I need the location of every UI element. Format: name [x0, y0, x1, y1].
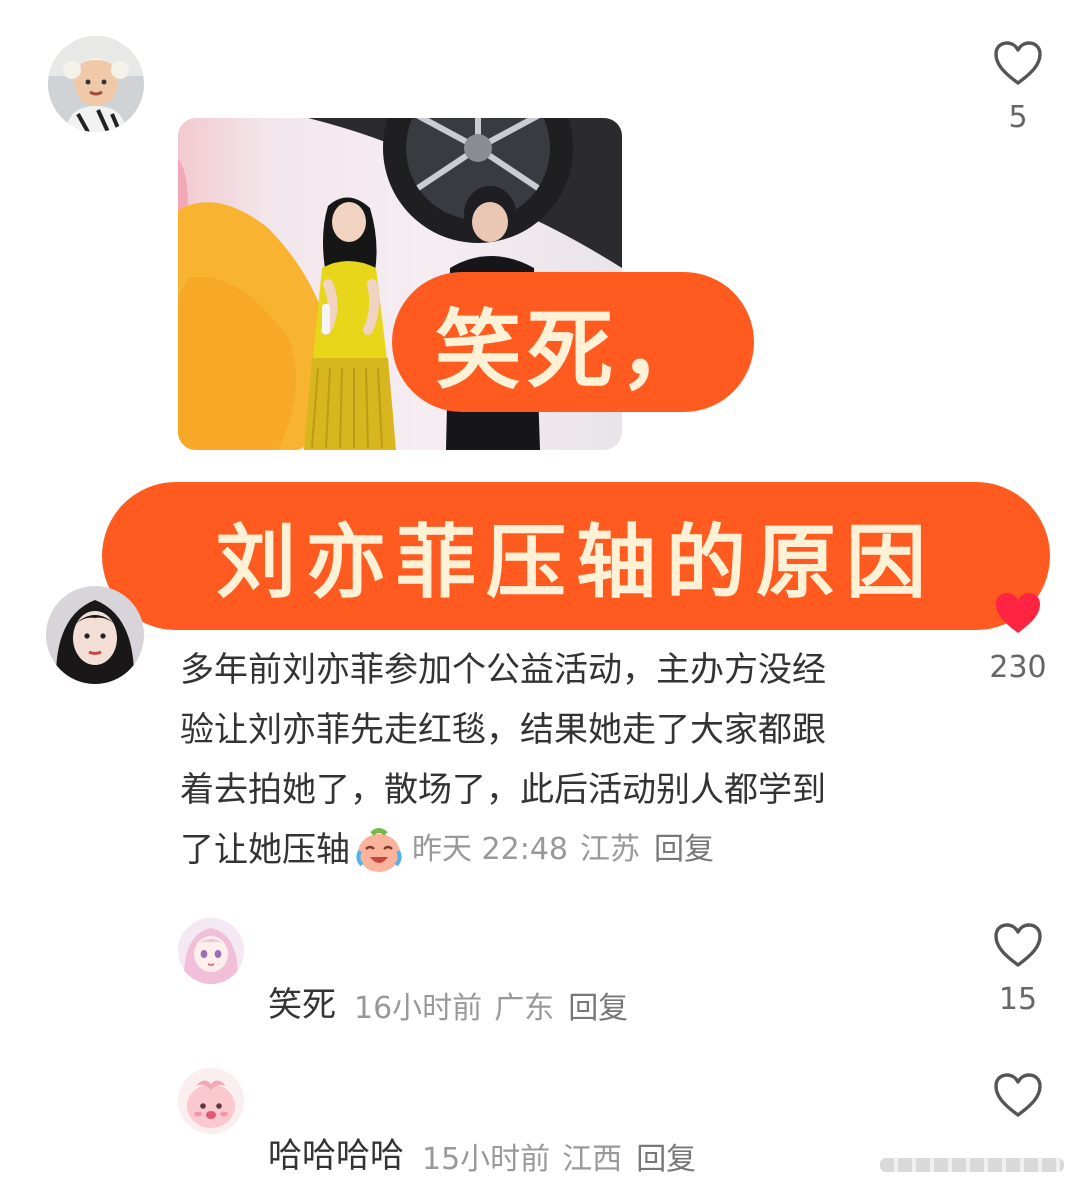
heart-icon: [994, 923, 1042, 967]
heart-icon: [994, 41, 1042, 85]
like-button[interactable]: 230: [978, 590, 1058, 685]
reply-button[interactable]: 回复: [568, 983, 628, 1027]
like-button[interactable]: 15: [978, 922, 1058, 1017]
like-count: 5: [1008, 100, 1028, 135]
reply-text: 笑死: [268, 985, 336, 1025]
like-count: 230: [989, 650, 1047, 685]
reply-time: 16小时前: [354, 991, 483, 1026]
woman-avatar-icon: [46, 586, 144, 684]
comment-line: 多年前刘亦菲参加个公益活动，主办方没经: [180, 650, 826, 690]
caption-banner-bottom: 刘亦菲压轴的原因: [102, 482, 1050, 630]
like-button[interactable]: [978, 1072, 1058, 1132]
peach-avatar-icon: [178, 1068, 244, 1134]
reply-button[interactable]: 回复: [636, 1134, 696, 1178]
reply-item: 笑死 16小时前 广东 回复: [268, 980, 628, 1030]
child-avatar-icon: [48, 36, 144, 132]
avatar[interactable]: [178, 1068, 244, 1134]
heart-icon: [994, 1073, 1042, 1117]
page-indicator: [880, 1158, 1064, 1172]
comment-time: 昨天 22:48: [412, 832, 568, 867]
comment-body: 多年前刘亦菲参加个公益活动，主办方没经 验让刘亦菲先走红毯，结果她走了大家都跟 …: [180, 640, 960, 880]
reply-button[interactable]: 回复: [654, 820, 714, 880]
comment-line: 了让她压轴: [180, 830, 350, 870]
anime-girl-avatar-icon: [178, 918, 244, 984]
heart-filled-icon: [996, 593, 1040, 633]
caption-text: 刘亦菲压轴的原因: [216, 515, 936, 609]
reply-location: 广东: [494, 991, 555, 1026]
like-button[interactable]: 5: [978, 40, 1058, 135]
avatar[interactable]: [46, 586, 144, 684]
reply-location: 江西: [562, 1142, 623, 1177]
comment-line: 着去拍她了，散场了，此后活动别人都学到: [180, 770, 826, 810]
caption-text: 笑死，: [435, 299, 711, 401]
avatar[interactable]: [48, 36, 144, 132]
like-count: 15: [998, 982, 1038, 1017]
avatar[interactable]: [178, 918, 244, 984]
caption-banner-top: 笑死，: [392, 272, 754, 412]
comment-line: 验让刘亦菲先走红毯，结果她走了大家都跟: [180, 710, 826, 750]
comment-location: 江苏: [580, 832, 640, 867]
crying-laughing-emoji-icon: [354, 825, 404, 875]
reply-item: 哈哈哈哈 15小时前 江西 回复: [268, 1131, 696, 1181]
reply-text: 哈哈哈哈: [268, 1136, 404, 1176]
reply-time: 15小时前: [422, 1142, 551, 1177]
